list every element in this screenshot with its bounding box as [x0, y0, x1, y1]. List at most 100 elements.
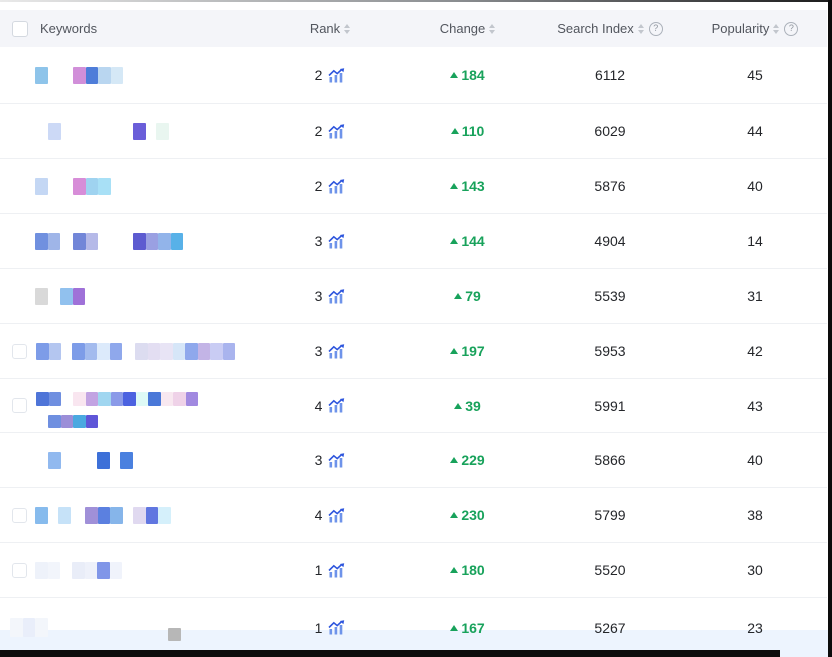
- trend-chart-icon[interactable]: [328, 453, 345, 468]
- trend-chart-icon[interactable]: [328, 179, 345, 194]
- table-row[interactable]: 1 180 5520 30: [0, 543, 827, 598]
- header-keywords: Keywords: [35, 21, 280, 36]
- change-value: 230: [461, 507, 484, 523]
- table-row[interactable]: 3 79 5539 31: [0, 269, 827, 324]
- help-icon[interactable]: ?: [649, 22, 663, 36]
- keyword-mosaic: [35, 214, 280, 268]
- trend-chart-icon[interactable]: [328, 68, 345, 83]
- blurred-keyword-block: [98, 392, 111, 406]
- sort-icon[interactable]: [344, 24, 350, 34]
- rank-cell: 2: [280, 104, 380, 158]
- keyword-mosaic: [35, 47, 280, 103]
- blurred-keyword-block: [73, 67, 86, 84]
- header-change: Change: [380, 21, 555, 36]
- rank-value: 2: [315, 67, 323, 83]
- rank-cell: 1: [280, 598, 380, 657]
- blurred-keyword-block: [97, 562, 110, 579]
- rank-value: 4: [315, 398, 323, 414]
- blurred-keyword-block: [73, 233, 86, 250]
- popularity-column-label: Popularity: [712, 21, 770, 36]
- blurred-keyword-block: [133, 123, 146, 140]
- sort-icon[interactable]: [638, 24, 644, 34]
- blurred-keyword-block: [210, 343, 223, 360]
- row-checkbox[interactable]: [12, 563, 27, 578]
- change-value: 197: [461, 343, 484, 359]
- change-value: 110: [462, 123, 485, 139]
- trend-chart-icon[interactable]: [328, 124, 345, 139]
- table-row[interactable]: 3 229 5866 40: [0, 433, 827, 488]
- blurred-keyword-block: [85, 343, 98, 360]
- search-index-value: 5799: [555, 488, 665, 542]
- blurred-keyword-block: [133, 507, 146, 524]
- blurred-keyword-block: [35, 288, 48, 305]
- blurred-keyword-block: [73, 392, 86, 406]
- up-arrow-icon: [450, 457, 458, 463]
- blurred-keyword-block: [148, 343, 161, 360]
- table-row[interactable]: 2 143 5876 40: [0, 159, 827, 214]
- sort-icon[interactable]: [489, 24, 495, 34]
- table-row[interactable]: 2 184 6112 45: [0, 47, 827, 104]
- blurred-keyword-block: [146, 507, 159, 524]
- trend-chart-icon[interactable]: [328, 398, 345, 413]
- change-cell: 230: [380, 488, 555, 542]
- rank-cell: 1: [280, 543, 380, 597]
- search-index-value: 5991: [555, 379, 665, 432]
- keyword-mosaic: [35, 433, 280, 487]
- table-row[interactable]: 4 230 5799 38: [0, 488, 827, 543]
- table-row[interactable]: 4 39 5991 43: [0, 379, 827, 433]
- change-value: 184: [461, 67, 484, 83]
- popularity-value: 38: [665, 488, 827, 542]
- popularity-value: 40: [665, 433, 827, 487]
- up-arrow-icon: [454, 403, 462, 409]
- rank-value: 2: [315, 178, 323, 194]
- keywords-column-label: Keywords: [40, 21, 97, 36]
- blurred-keyword-block: [86, 67, 99, 84]
- search-index-value: 5267: [555, 598, 665, 657]
- trend-chart-icon[interactable]: [328, 620, 345, 635]
- change-cell: 39: [380, 379, 555, 432]
- search-index-value: 5866: [555, 433, 665, 487]
- header-checkbox-cell: [0, 21, 35, 37]
- up-arrow-icon: [450, 567, 458, 573]
- search-index-value: 6112: [555, 47, 665, 103]
- trend-chart-icon[interactable]: [328, 563, 345, 578]
- change-value: 143: [461, 178, 484, 194]
- keyword-table: Keywords Rank Change Search Index ? Popu…: [0, 10, 827, 657]
- change-value: 144: [461, 233, 484, 249]
- popularity-value: 42: [665, 324, 827, 378]
- window-right-edge: [828, 0, 832, 657]
- table-row[interactable]: 1 167 5267 23: [0, 598, 827, 657]
- row-checkbox-cell: [0, 488, 35, 542]
- keyword-mosaic: [35, 104, 280, 158]
- table-row[interactable]: 3 144 4904 14: [0, 214, 827, 269]
- rank-value: 1: [315, 562, 323, 578]
- popularity-value: 14: [665, 214, 827, 268]
- popularity-value: 44: [665, 104, 827, 158]
- up-arrow-icon: [450, 512, 458, 518]
- sort-icon[interactable]: [773, 24, 779, 34]
- select-all-checkbox[interactable]: [12, 21, 28, 37]
- blurred-keyword-block: [133, 233, 146, 250]
- help-icon[interactable]: ?: [784, 22, 798, 36]
- blurred-keyword-block: [35, 233, 48, 250]
- table-row[interactable]: 3 197 5953 42: [0, 324, 827, 379]
- row-checkbox[interactable]: [12, 398, 27, 413]
- blurred-keyword-block: [72, 343, 85, 360]
- row-checkbox-cell: [0, 47, 35, 103]
- change-column-label: Change: [440, 21, 486, 36]
- table-row[interactable]: 2 110 6029 44: [0, 104, 827, 159]
- trend-chart-icon[interactable]: [328, 508, 345, 523]
- trend-chart-icon[interactable]: [328, 234, 345, 249]
- row-checkbox-cell: [0, 159, 35, 213]
- search-index-value: 6029: [555, 104, 665, 158]
- keyword-mosaic: [35, 159, 280, 213]
- row-checkbox[interactable]: [12, 344, 27, 359]
- row-checkbox[interactable]: [12, 508, 27, 523]
- up-arrow-icon: [450, 183, 458, 189]
- blurred-keyword-block: [48, 562, 61, 579]
- blurred-keyword-block: [36, 392, 49, 406]
- trend-chart-icon[interactable]: [328, 289, 345, 304]
- row-checkbox-cell: [0, 104, 35, 158]
- blurred-keyword-block: [35, 178, 48, 195]
- trend-chart-icon[interactable]: [328, 344, 345, 359]
